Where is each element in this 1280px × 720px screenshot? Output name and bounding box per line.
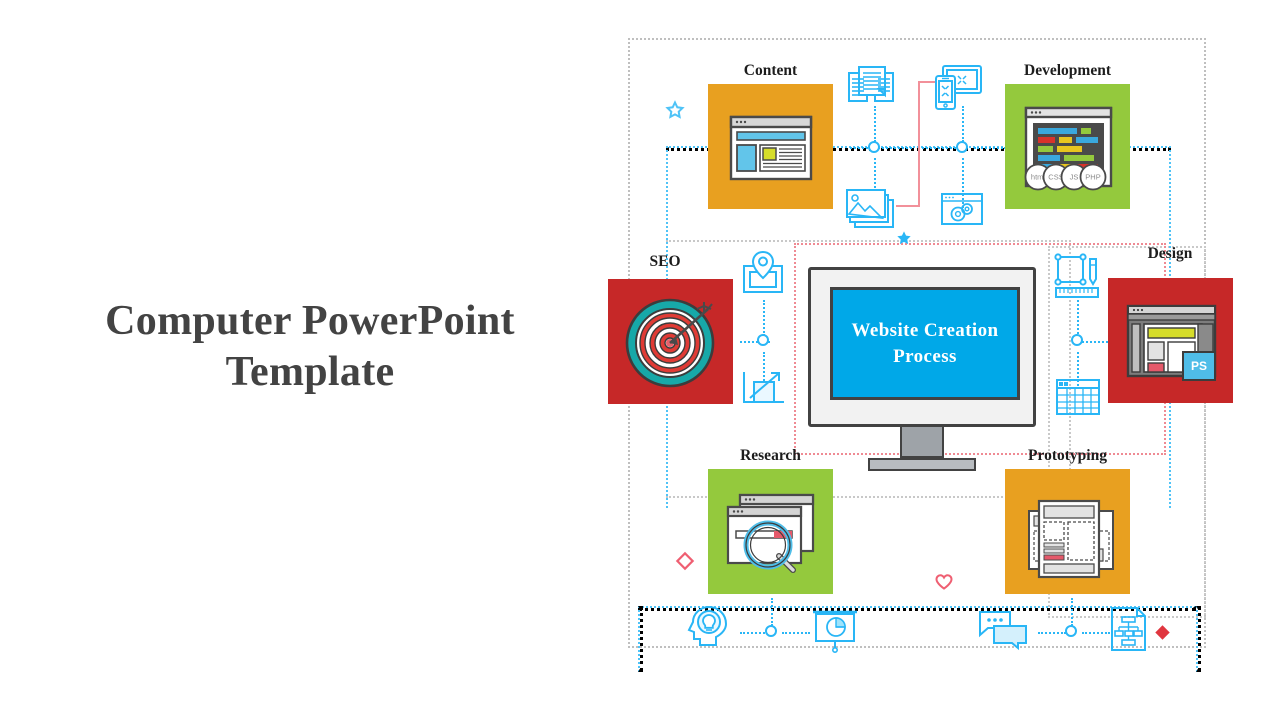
photoshop-window-icon: PS — [1126, 304, 1217, 381]
card-seo-label: SEO — [649, 253, 681, 270]
connector-mid-left-up — [763, 300, 765, 336]
star-outline-icon — [665, 100, 685, 119]
connector-bottom-right-up — [1071, 598, 1073, 626]
card-development-label: Development — [1024, 62, 1111, 79]
design-tools-icon — [1052, 252, 1102, 300]
page-title-line-1: Computer PowerPoint — [105, 298, 515, 344]
magnifier-browser-icon — [726, 493, 815, 573]
connector-node-top-right — [956, 141, 968, 153]
connector-bottom-left-2 — [782, 632, 810, 634]
monitor-screen: Website Creation Process — [830, 287, 1020, 400]
connector-node-mid-left — [757, 334, 769, 346]
growth-chart-icon — [740, 368, 788, 408]
card-development-tile: html CSS JS PHP — [1005, 84, 1130, 209]
connector-bottom-left — [740, 632, 768, 634]
slide-canvas: Computer PowerPoint Template Content Dev… — [0, 0, 1280, 720]
open-book-icon — [845, 63, 897, 107]
card-seo-tile — [608, 279, 733, 404]
sitemap-document-icon — [1108, 606, 1148, 652]
diamond-filled-icon — [1154, 624, 1171, 641]
location-pin-card-icon — [740, 250, 786, 294]
head-lightbulb-icon — [687, 604, 736, 649]
svg-text:PHP: PHP — [1085, 173, 1100, 182]
card-content-tile — [708, 84, 833, 209]
connector-node-bottom-left — [765, 625, 777, 637]
code-editor-icon: html CSS JS PHP — [1024, 106, 1113, 191]
connector-bottom-left-up — [771, 598, 773, 626]
monitor-stand-base — [868, 458, 976, 471]
connector-bottom-right — [1038, 632, 1066, 634]
monitor-bezel: Website Creation Process — [808, 267, 1036, 427]
data-table-icon — [1055, 378, 1101, 416]
diamond-outline-icon — [675, 551, 695, 571]
monitor-screen-text: Website Creation Process — [851, 319, 999, 367]
monitor-stand-neck — [900, 427, 944, 458]
card-prototyping-label: Prototyping — [1028, 447, 1107, 464]
page-title-line-2: Template — [225, 349, 395, 396]
cyan-rail-right-drop — [1196, 606, 1201, 672]
center-monitor: Website Creation Process — [808, 267, 1036, 472]
card-design-tile: PS — [1108, 278, 1233, 403]
page-title: Computer PowerPoint Template — [40, 296, 580, 398]
chat-bubbles-icon — [976, 608, 1032, 651]
cyan-rail-left-drop — [638, 606, 643, 672]
connector-node-mid-right — [1071, 334, 1083, 346]
connector-bottom-right-2 — [1082, 632, 1110, 634]
card-prototyping-tile — [1005, 469, 1130, 594]
wireframe-sheets-icon — [1028, 499, 1114, 579]
connector-node-bottom-right — [1065, 625, 1077, 637]
connector-mid-right-up — [1077, 300, 1079, 334]
connector-node-top-left — [868, 141, 880, 153]
svg-text:PS: PS — [1191, 359, 1207, 373]
connector-top-left — [850, 147, 912, 149]
connector-top-right-out — [974, 147, 1006, 149]
browser-gears-icon — [940, 192, 984, 226]
card-design-label: Design — [1147, 245, 1193, 262]
image-gallery-icon — [845, 188, 899, 230]
presentation-pie-chart-icon — [810, 608, 860, 653]
pink-bracket-stem — [918, 81, 920, 207]
target-arrow-icon — [625, 298, 715, 388]
connector-top-mid — [918, 147, 956, 149]
card-content-label: Content — [743, 62, 798, 79]
star-filled-icon — [896, 230, 912, 246]
card-research-label: Research — [740, 447, 801, 464]
connector-top-left-up — [874, 106, 876, 142]
pink-bracket-bottom — [896, 205, 920, 207]
browser-layout-icon — [729, 115, 813, 181]
card-research-tile — [708, 469, 833, 594]
heart-outline-icon — [935, 574, 953, 590]
website-creation-process-diagram: Content Development html CSS JS PHP SEO … — [600, 0, 1280, 720]
svg-text:JS: JS — [1070, 173, 1079, 182]
responsive-devices-icon — [928, 62, 984, 118]
